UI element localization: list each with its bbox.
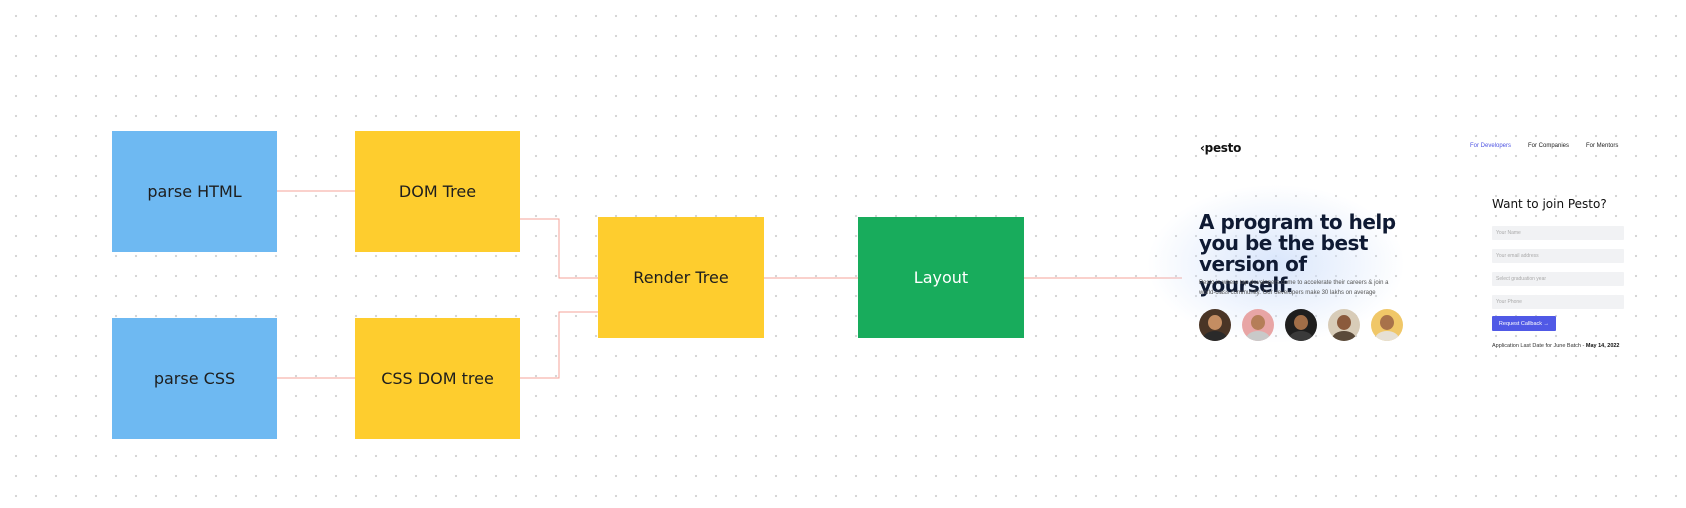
- avatar: [1242, 309, 1274, 341]
- nav-for-developers[interactable]: For Developers: [1470, 143, 1511, 149]
- dom-tree-node[interactable]: DOM Tree: [355, 131, 520, 252]
- parse-html-label: parse HTML: [147, 182, 242, 201]
- graduation-year-select[interactable]: [1492, 272, 1624, 286]
- phone-field[interactable]: [1492, 295, 1624, 309]
- website-preview: ‹pesto For Developers For Companies For …: [1146, 124, 1626, 374]
- layout-label: Layout: [913, 268, 969, 287]
- css-dom-tree-label: CSS DOM tree: [381, 369, 494, 388]
- avatar: [1199, 309, 1231, 341]
- avatar: [1371, 309, 1403, 341]
- application-deadline: Application Last Date for June Batch - M…: [1492, 341, 1622, 351]
- render-tree-node[interactable]: Render Tree: [598, 217, 764, 338]
- form-title: Want to join Pesto?: [1492, 197, 1607, 211]
- deadline-text: Application Last Date for June Batch -: [1492, 343, 1586, 349]
- layout-node[interactable]: Layout: [858, 217, 1024, 338]
- avatar: [1285, 309, 1317, 341]
- avatar: [1328, 309, 1360, 341]
- nav-for-mentors[interactable]: For Mentors: [1586, 143, 1618, 149]
- nav-for-companies[interactable]: For Companies: [1528, 143, 1569, 149]
- email-field[interactable]: [1492, 249, 1624, 263]
- dom-tree-label: DOM Tree: [398, 182, 477, 201]
- name-field[interactable]: [1492, 226, 1624, 240]
- developer-avatars: [1199, 309, 1403, 341]
- deadline-date: May 14, 2022: [1585, 343, 1620, 349]
- parse-css-label: parse CSS: [153, 369, 236, 388]
- parse-html-node[interactable]: parse HTML: [112, 131, 277, 252]
- logo-text: pesto: [1204, 141, 1242, 155]
- pesto-logo[interactable]: ‹pesto: [1200, 141, 1241, 155]
- parse-css-node[interactable]: parse CSS: [112, 318, 277, 439]
- css-dom-tree-node[interactable]: CSS DOM tree: [355, 318, 520, 439]
- render-tree-label: Render Tree: [633, 268, 729, 287]
- request-callback-button[interactable]: Request Callback →: [1492, 316, 1556, 331]
- hero-description: Pesto is where top developers come to ac…: [1199, 280, 1389, 296]
